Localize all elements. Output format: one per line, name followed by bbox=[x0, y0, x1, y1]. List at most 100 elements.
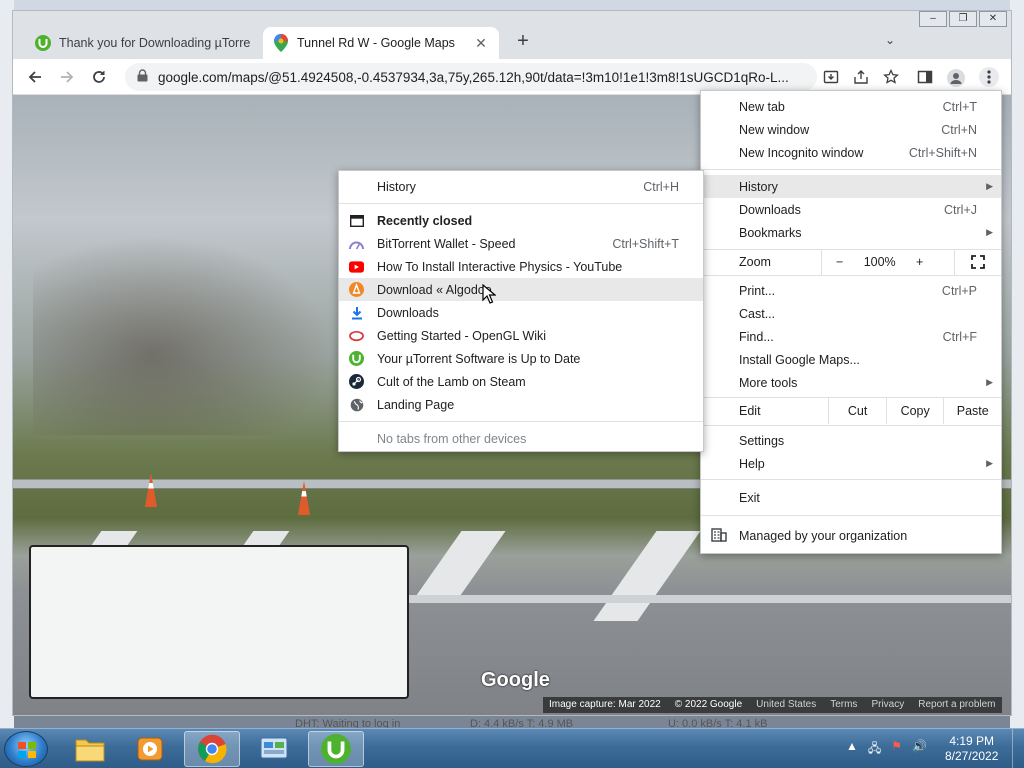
clock-date: 8/27/2022 bbox=[945, 749, 999, 763]
building-icon bbox=[711, 527, 727, 545]
steam-icon bbox=[349, 374, 364, 389]
close-window-button[interactable]: ✕ bbox=[979, 11, 1007, 27]
menu-separator bbox=[701, 169, 1001, 170]
volume-icon[interactable]: 🔊 bbox=[912, 739, 927, 760]
zoom-in-button[interactable]: + bbox=[902, 255, 938, 269]
menu-item-print[interactable]: Print... Ctrl+P bbox=[701, 279, 1001, 302]
new-tab-button[interactable]: + bbox=[513, 31, 533, 51]
menu-item-label: Bookmarks bbox=[739, 225, 802, 240]
menu-item-bookmarks[interactable]: Bookmarks ▶ bbox=[701, 221, 1001, 244]
menu-item-shortcut: Ctrl+Shift+N bbox=[908, 145, 977, 160]
road-marking bbox=[593, 531, 701, 621]
privacy-link[interactable]: Privacy bbox=[871, 699, 904, 711]
cut-button[interactable]: Cut bbox=[828, 398, 886, 424]
tray-icons: ▲ 🖧 ⚑ 🔊 bbox=[846, 739, 927, 760]
menu-item-exit[interactable]: Exit bbox=[701, 486, 1001, 509]
menu-edit-row: Edit Cut Copy Paste bbox=[701, 398, 1001, 424]
menu-separator bbox=[701, 515, 1001, 516]
copy-button[interactable]: Copy bbox=[885, 398, 944, 424]
menu-item-settings[interactable]: Settings bbox=[701, 429, 1001, 452]
tab-search-icon[interactable]: ⌄ bbox=[885, 33, 895, 47]
utorrent-icon bbox=[321, 734, 351, 764]
submenu-arrow-icon: ▶ bbox=[986, 377, 993, 387]
menu-separator bbox=[339, 203, 703, 204]
menu-item-help[interactable]: Help ▶ bbox=[701, 452, 1001, 475]
submenu-item-history[interactable]: History Ctrl+H bbox=[339, 175, 703, 198]
menu-item-label: Find... bbox=[739, 329, 774, 344]
no-tabs-message: No tabs from other devices bbox=[339, 427, 703, 450]
folder-icon bbox=[75, 739, 105, 762]
kebab-menu-icon[interactable] bbox=[979, 67, 999, 87]
share-icon[interactable] bbox=[853, 69, 869, 88]
menu-item-install-app[interactable]: Install Google Maps... bbox=[701, 348, 1001, 371]
recent-item-downloads[interactable]: Downloads bbox=[339, 301, 703, 324]
menu-item-history[interactable]: History ▶ bbox=[701, 175, 1001, 198]
lock-icon[interactable] bbox=[137, 69, 148, 85]
address-bar[interactable]: google.com/maps/@51.4924508,-0.4537934,3… bbox=[125, 63, 817, 91]
submenu-item-label: BitTorrent Wallet - Speed bbox=[377, 236, 516, 251]
region-link[interactable]: United States bbox=[756, 699, 816, 711]
recent-item-landing-page[interactable]: Landing Page bbox=[339, 393, 703, 416]
taskbar-media-player[interactable] bbox=[122, 731, 178, 767]
install-app-icon[interactable] bbox=[823, 69, 839, 88]
recent-item-algodoo[interactable]: Download « Algodoo bbox=[339, 278, 703, 301]
menu-separator bbox=[701, 275, 1001, 276]
terms-link[interactable]: Terms bbox=[830, 699, 857, 711]
menu-item-label: Print... bbox=[739, 283, 776, 298]
menu-item-cast[interactable]: Cast... bbox=[701, 302, 1001, 325]
submenu-item-label: History bbox=[377, 179, 416, 194]
maps-footer: Image capture: Mar 2022 © 2022 Google Un… bbox=[543, 697, 1002, 713]
reload-icon[interactable] bbox=[87, 65, 111, 89]
back-arrow-icon[interactable] bbox=[23, 65, 47, 89]
submenu-arrow-icon: ▶ bbox=[986, 227, 993, 237]
menu-item-more-tools[interactable]: More tools ▶ bbox=[701, 371, 1001, 394]
taskbar-control-panel[interactable] bbox=[246, 731, 302, 767]
tab-utorrent[interactable]: Thank you for Downloading µTorrent bbox=[25, 27, 261, 59]
show-desktop-button[interactable] bbox=[1012, 729, 1024, 768]
menu-item-downloads[interactable]: Downloads Ctrl+J bbox=[701, 198, 1001, 221]
menu-item-new-tab[interactable]: New tab Ctrl+T bbox=[701, 95, 1001, 118]
street-view-minimap[interactable] bbox=[29, 545, 409, 699]
taskbar-clock[interactable]: 4:19 PM 8/27/2022 bbox=[945, 734, 998, 764]
recent-item-steam[interactable]: Cult of the Lamb on Steam bbox=[339, 370, 703, 393]
mouse-cursor-icon bbox=[482, 284, 496, 304]
taskbar-explorer[interactable] bbox=[62, 731, 118, 767]
google-logo: Google bbox=[481, 669, 550, 691]
restore-button[interactable]: ❐ bbox=[949, 11, 977, 27]
menu-item-new-incognito[interactable]: New Incognito window Ctrl+Shift+N bbox=[701, 141, 1001, 164]
recent-item-bittorrent-wallet[interactable]: BitTorrent Wallet - Speed Ctrl+Shift+T bbox=[339, 232, 703, 255]
start-button[interactable] bbox=[4, 731, 48, 767]
paste-button[interactable]: Paste bbox=[943, 398, 1001, 424]
menu-item-managed[interactable]: Managed by your organization bbox=[701, 525, 1001, 547]
menu-item-label: Cast... bbox=[739, 306, 776, 321]
menu-item-label: Downloads bbox=[739, 202, 801, 217]
chevron-up-icon[interactable]: ▲ bbox=[846, 739, 858, 760]
profile-avatar-icon[interactable] bbox=[947, 69, 965, 90]
taskbar-chrome[interactable] bbox=[184, 731, 240, 767]
recent-item-youtube[interactable]: How To Install Interactive Physics - You… bbox=[339, 255, 703, 278]
close-icon[interactable]: ✕ bbox=[473, 35, 489, 52]
control-panel-icon bbox=[260, 737, 288, 759]
recent-item-opengl[interactable]: Getting Started - OpenGL Wiki bbox=[339, 324, 703, 347]
menu-item-new-window[interactable]: New window Ctrl+N bbox=[701, 118, 1001, 141]
network-icon[interactable]: 🖧 bbox=[868, 739, 881, 760]
fullscreen-icon[interactable] bbox=[953, 249, 1001, 275]
taskbar-utorrent[interactable] bbox=[308, 731, 364, 767]
utorrent-icon bbox=[349, 351, 364, 366]
minimize-button[interactable]: ‒ bbox=[919, 11, 947, 27]
recent-item-utorrent[interactable]: Your µTorrent Software is Up to Date bbox=[339, 347, 703, 370]
flag-icon[interactable]: ⚑ bbox=[891, 739, 902, 760]
zoom-out-button[interactable]: − bbox=[822, 255, 858, 269]
submenu-item-label: How To Install Interactive Physics - You… bbox=[377, 259, 623, 274]
menu-item-find[interactable]: Find... Ctrl+F bbox=[701, 325, 1001, 348]
globe-icon bbox=[349, 397, 364, 412]
submenu-item-label: No tabs from other devices bbox=[377, 431, 527, 446]
zoom-level: 100% bbox=[863, 255, 896, 269]
window-icon bbox=[349, 213, 364, 228]
submenu-item-label: Downloads bbox=[377, 305, 439, 320]
side-panel-icon[interactable] bbox=[917, 69, 933, 90]
forward-arrow-icon[interactable] bbox=[55, 65, 79, 89]
report-problem-link[interactable]: Report a problem bbox=[918, 699, 995, 711]
tab-google-maps[interactable]: Tunnel Rd W - Google Maps ✕ bbox=[263, 27, 499, 59]
bookmark-star-icon[interactable] bbox=[883, 68, 899, 88]
